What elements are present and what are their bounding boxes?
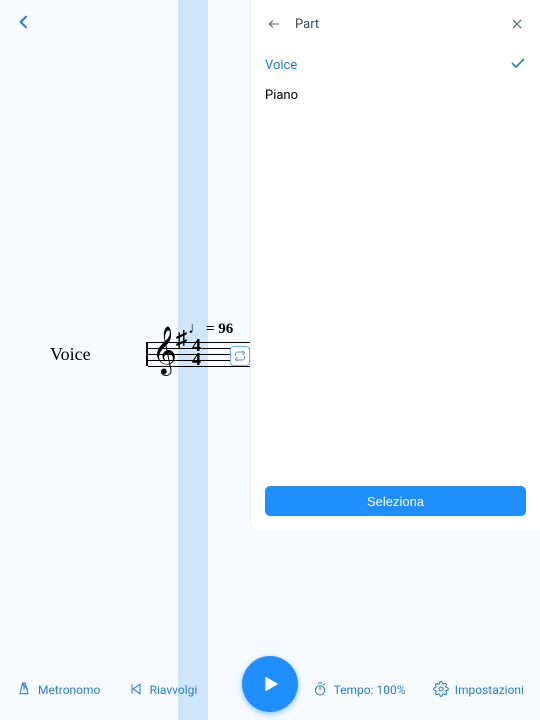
panel-close-button[interactable] (508, 15, 526, 33)
tempo-button[interactable]: Tempo: 100% (312, 681, 406, 700)
part-panel: Part Voice Piano Seleziona (250, 0, 540, 530)
tempo-label: Tempo: 100% (334, 683, 406, 697)
panel-list: Voice Piano (265, 50, 526, 486)
settings-button[interactable]: Impostazioni (433, 681, 524, 700)
metronome-icon (16, 681, 32, 700)
panel-item-label: Voice (265, 58, 297, 73)
panel-title: Part (295, 17, 319, 32)
stopwatch-icon (312, 681, 328, 700)
rewind-label: Riavvolgi (150, 683, 198, 697)
settings-label: Impostazioni (455, 683, 524, 697)
check-icon (510, 57, 526, 73)
part-label: Voice (50, 344, 91, 365)
panel-header: Part (265, 12, 526, 36)
back-button[interactable] (12, 10, 36, 34)
metronome-button[interactable]: Metronomo (16, 681, 100, 700)
gear-icon (433, 681, 449, 700)
metronome-label: Metronomo (38, 683, 100, 697)
panel-item-label: Piano (265, 88, 298, 103)
panel-item-voice[interactable]: Voice (265, 50, 526, 80)
loop-button[interactable] (230, 346, 250, 366)
select-button[interactable]: Seleziona (265, 486, 526, 516)
panel-back-button[interactable] (265, 15, 283, 33)
play-button[interactable] (242, 656, 298, 712)
rewind-button[interactable]: Riavvolgi (128, 681, 198, 700)
panel-item-piano[interactable]: Piano (265, 80, 526, 110)
rewind-icon (128, 681, 144, 700)
